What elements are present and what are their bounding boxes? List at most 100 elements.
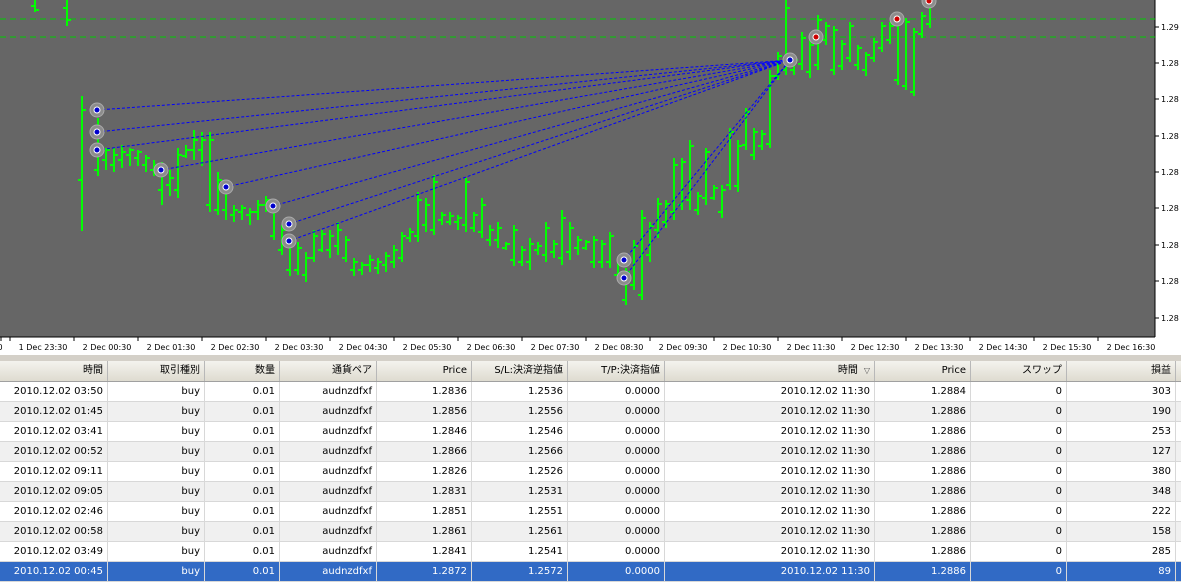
- table-cell: 1.2556: [472, 402, 568, 421]
- table-cell: 0: [971, 402, 1067, 421]
- entry-marker-3: [157, 166, 165, 174]
- column-header-10[interactable]: 損益: [1067, 361, 1176, 381]
- table-cell: 1.2526: [472, 462, 568, 481]
- column-header-5[interactable]: S/L:決済逆指値: [472, 361, 568, 381]
- time-label: 2 Dec 00:30: [83, 343, 132, 352]
- column-header-label: 通貨ペア: [332, 365, 372, 376]
- column-header-label: Price: [941, 365, 966, 376]
- column-header-7[interactable]: 時間 ▽: [665, 361, 875, 381]
- table-cell: 0.01: [205, 462, 280, 481]
- table-cell: 2010.12.02 03:41: [0, 422, 108, 441]
- time-label: 2 Dec 01:30: [147, 343, 196, 352]
- table-cell: 0.0000: [568, 422, 665, 441]
- table-cell: 0: [971, 562, 1067, 581]
- time-label: 2 Dec 06:30: [467, 343, 516, 352]
- table-row[interactable]: 2010.12.02 03:49 buy 0.01 audnzdfxf 1.2841 1.…: [0, 542, 1181, 562]
- time-label: 2 Dec 13:30: [915, 343, 964, 352]
- column-header-4[interactable]: Price: [377, 361, 472, 381]
- entry-marker-2: [93, 146, 101, 154]
- table-cell: 1.2566: [472, 442, 568, 461]
- table-cell: 348: [1067, 482, 1176, 501]
- table-cell: 0.0000: [568, 522, 665, 541]
- column-header-1[interactable]: 取引種別: [108, 361, 205, 381]
- time-label: 2 Dec 05:30: [403, 343, 452, 352]
- table-cell: 1.2886: [875, 402, 971, 421]
- table-row[interactable]: 2010.12.02 09:05 buy 0.01 audnzdfxf 1.2831 1.…: [0, 482, 1181, 502]
- table-cell: 0.01: [205, 562, 280, 581]
- table-cell: 2010.12.02 03:49: [0, 542, 108, 561]
- time-label: 2 Dec 07:30: [531, 343, 580, 352]
- entry-marker-5: [269, 202, 277, 210]
- table-cell: 0.01: [205, 542, 280, 561]
- table-cell: 2010.12.02 00:58: [0, 522, 108, 541]
- table-cell: buy: [108, 522, 205, 541]
- table-row[interactable]: 2010.12.02 03:41 buy 0.01 audnzdfxf 1.2846 1.…: [0, 422, 1181, 442]
- table-cell: 0: [971, 482, 1067, 501]
- time-label: 2 Dec 14:30: [979, 343, 1028, 352]
- column-header-8[interactable]: Price: [875, 361, 971, 381]
- table-cell: 0.01: [205, 502, 280, 521]
- trade-history-table[interactable]: 2010.12.02 03:50 buy 0.01 audnzdfxf 1.2836 1.…: [0, 382, 1181, 584]
- table-cell: 0.0000: [568, 462, 665, 481]
- column-header-0[interactable]: 時間: [0, 361, 108, 381]
- price-label: 1.29: [1161, 23, 1179, 32]
- price-axis: [1155, 0, 1181, 355]
- table-cell: 1.2872: [377, 562, 472, 581]
- column-header-6[interactable]: T/P:決済指値: [568, 361, 665, 381]
- table-cell: 222: [1067, 502, 1176, 521]
- table-row[interactable]: 2010.12.02 00:52 buy 0.01 audnzdfxf 1.2866 1.…: [0, 442, 1181, 462]
- table-row[interactable]: 2010.12.02 00:58 buy 0.01 audnzdfxf 1.2861 1.…: [0, 522, 1181, 542]
- table-cell: 0: [971, 542, 1067, 561]
- column-header-9[interactable]: スワップ: [971, 361, 1067, 381]
- table-row[interactable]: 2010.12.02 01:45 buy 0.01 audnzdfxf 1.2856 1.…: [0, 402, 1181, 422]
- price-label: 1.28: [1161, 132, 1179, 141]
- table-cell: buy: [108, 542, 205, 561]
- table-cell: buy: [108, 562, 205, 581]
- table-cell: 1.2546: [472, 422, 568, 441]
- column-header-2[interactable]: 数量: [205, 361, 280, 381]
- table-cell: 1.2856: [377, 402, 472, 421]
- table-cell: 285: [1067, 542, 1176, 561]
- price-label: 1.28: [1161, 314, 1179, 323]
- table-row[interactable]: 2010.12.02 09:11 buy 0.01 audnzdfxf 1.2826 1.…: [0, 462, 1181, 482]
- table-cell: 127: [1067, 442, 1176, 461]
- entry-marker-0: [93, 106, 101, 114]
- table-cell: buy: [108, 422, 205, 441]
- table-row[interactable]: 2010.12.02 00:45 buy 0.01 audnzdfxf 1.2872 1.…: [0, 562, 1181, 582]
- column-header-label: 取引種別: [160, 365, 200, 376]
- column-header-label: 数量: [255, 365, 275, 376]
- table-cell: 2010.12.02 01:45: [0, 402, 108, 421]
- table-cell: 2010.12.02 00:52: [0, 442, 108, 461]
- price-chart[interactable]: 1.29 1.28 1.28 1.28 1.28 1.28 1.28 1.28 1.28 0 1 D…: [0, 0, 1181, 355]
- table-cell: 1.2561: [472, 522, 568, 541]
- table-cell: 0.01: [205, 382, 280, 401]
- table-cell: 2010.12.02 09:11: [0, 462, 108, 481]
- table-cell: 1.2836: [377, 382, 472, 401]
- table-cell: audnzdfxf: [280, 442, 377, 461]
- time-label: 2 Dec 09:30: [659, 343, 708, 352]
- table-row[interactable]: 2010.12.02 03:50 buy 0.01 audnzdfxf 1.2836 1.…: [0, 382, 1181, 402]
- table-cell: 1.2886: [875, 502, 971, 521]
- table-cell: 2010.12.02 11:30: [665, 482, 875, 501]
- time-label: 2 Dec 11:30: [787, 343, 836, 352]
- table-cell: 253: [1067, 422, 1176, 441]
- time-label: 0: [0, 343, 3, 352]
- chart-canvas[interactable]: 1.29 1.28 1.28 1.28 1.28 1.28 1.28 1.28 1.28 0 1 D…: [0, 0, 1181, 355]
- table-cell: 1.2861: [377, 522, 472, 541]
- column-header-label: 時間: [837, 365, 858, 376]
- table-cell: 1.2866: [377, 442, 472, 461]
- table-cell: 1.2886: [875, 462, 971, 481]
- table-cell: 2010.12.02 11:30: [665, 402, 875, 421]
- table-cell: 1.2831: [377, 482, 472, 501]
- table-cell: 89: [1067, 562, 1176, 581]
- table-cell: 1.2886: [875, 442, 971, 461]
- table-cell: 1.2886: [875, 562, 971, 581]
- trade-history-header: 時間 取引種別 数量 通貨ペア Price S/L:決済逆指値 T/P:決済指値 時間 ▽ Pri…: [0, 361, 1181, 382]
- column-header-3[interactable]: 通貨ペア: [280, 361, 377, 381]
- price-label: 1.28: [1161, 59, 1179, 68]
- time-label: 2 Dec 08:30: [595, 343, 644, 352]
- entry-marker-6: [285, 220, 293, 228]
- sort-descending-icon: ▽: [863, 366, 870, 375]
- table-row[interactable]: 2010.12.02 02:46 buy 0.01 audnzdfxf 1.2851 1.…: [0, 502, 1181, 522]
- time-label: 1 Dec 23:30: [19, 343, 68, 352]
